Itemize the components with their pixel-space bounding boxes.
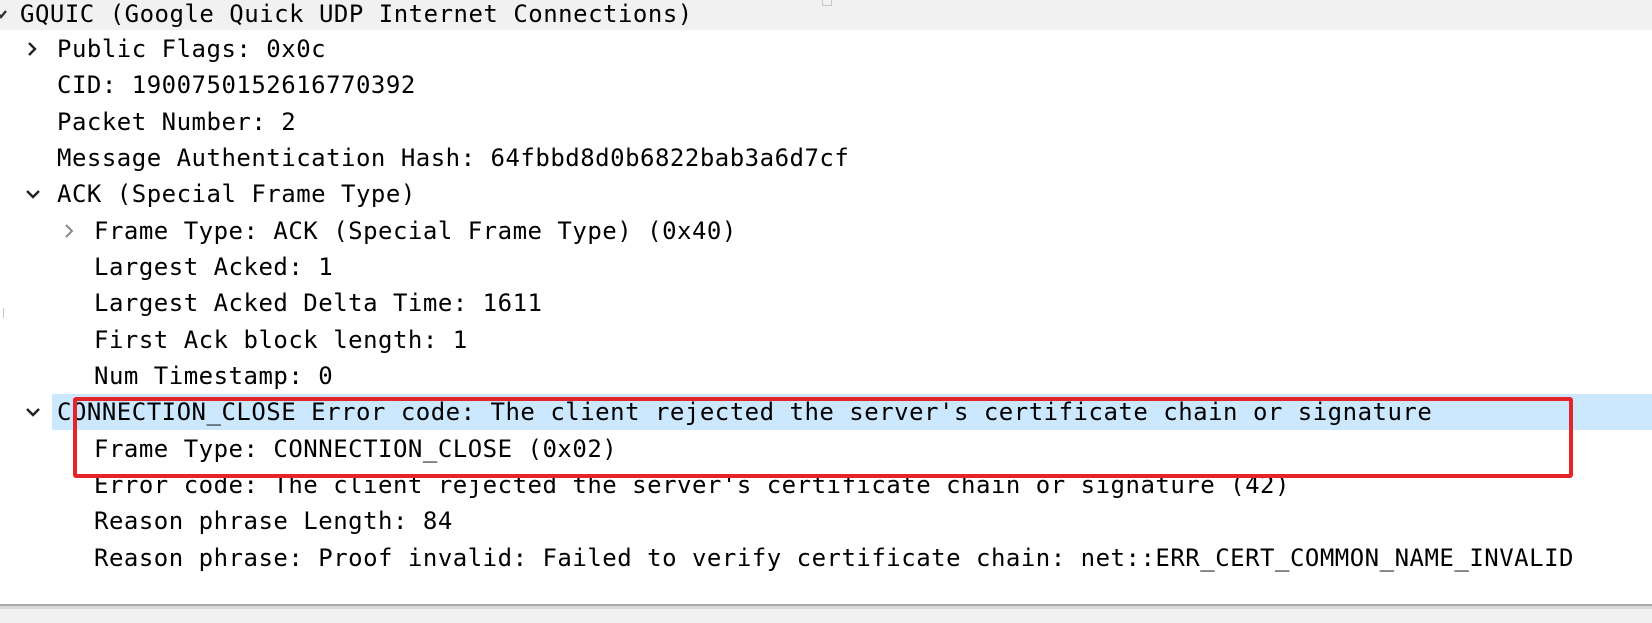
chevron-right-icon[interactable] bbox=[22, 37, 44, 61]
tree-row-cc-frame-type[interactable]: Frame Type: CONNECTION_CLOSE (0x02) bbox=[0, 431, 1652, 467]
tree-row-first-ack-block[interactable]: First Ack block length: 1 bbox=[0, 322, 1652, 358]
pane-splitter[interactable] bbox=[0, 604, 1652, 623]
tree-row-num-timestamp[interactable]: Num Timestamp: 0 bbox=[0, 358, 1652, 394]
tree-row-public-flags[interactable]: Public Flags: 0x0c bbox=[0, 31, 1652, 67]
tree-row-label: Largest Acked Delta Time: 1611 bbox=[94, 289, 543, 317]
tree-row-label: Reason phrase Length: 84 bbox=[94, 507, 453, 535]
tree-row-cc-reason-length[interactable]: Reason phrase Length: 84 bbox=[0, 503, 1652, 539]
tree-row-label: Reason phrase: Proof invalid: Failed to … bbox=[94, 544, 1574, 572]
tree-row-ack-frame[interactable]: ACK (Special Frame Type) bbox=[0, 176, 1652, 212]
chevron-down-icon[interactable] bbox=[22, 400, 44, 424]
tree-row-cid[interactable]: CID: 1900750152616770392 bbox=[0, 67, 1652, 103]
tree-row-cc-reason-phrase[interactable]: Reason phrase: Proof invalid: Failed to … bbox=[0, 540, 1652, 576]
tree-row-label: Packet Number: 2 bbox=[57, 108, 297, 136]
chevron-right-icon[interactable] bbox=[59, 219, 81, 243]
tree-row-label: First Ack block length: 1 bbox=[94, 326, 468, 354]
tree-row-label: Frame Type: ACK (Special Frame Type) (0x… bbox=[94, 217, 737, 245]
tree-row-label: Num Timestamp: 0 bbox=[94, 362, 334, 390]
tree-row-largest-acked-delta[interactable]: Largest Acked Delta Time: 1611 bbox=[0, 285, 1652, 321]
tree-row-label: Largest Acked: 1 bbox=[94, 253, 334, 281]
splitter-shade bbox=[0, 606, 1652, 609]
tree-row-mac-hash[interactable]: Message Authentication Hash: 64fbbd8d0b6… bbox=[0, 140, 1652, 176]
tree-row-label: Public Flags: 0x0c bbox=[57, 35, 327, 63]
splitter-handle[interactable] bbox=[0, 308, 4, 318]
tree-row-connection-close[interactable]: CONNECTION_CLOSE Error code: The client … bbox=[0, 394, 1652, 430]
splitter-handle-top[interactable] bbox=[822, 0, 832, 6]
tree-row-label: Frame Type: CONNECTION_CLOSE (0x02) bbox=[94, 435, 618, 463]
tree-row-label: GQUIC (Google Quick UDP Internet Connect… bbox=[20, 0, 693, 28]
tree-row-label: CID: 1900750152616770392 bbox=[57, 71, 416, 99]
tree-row-label: Message Authentication Hash: 64fbbd8d0b6… bbox=[57, 144, 850, 172]
tree-row-label: Error code: The client rejected the serv… bbox=[94, 471, 1290, 499]
tree-row-largest-acked[interactable]: Largest Acked: 1 bbox=[0, 249, 1652, 285]
chevron-down-icon[interactable] bbox=[22, 182, 44, 206]
tree-row-label: CONNECTION_CLOSE Error code: The client … bbox=[57, 398, 1433, 426]
tree-row-label: ACK (Special Frame Type) bbox=[57, 180, 416, 208]
chevron-down-icon[interactable] bbox=[0, 2, 16, 26]
tree-row-ack-frame-type[interactable]: Frame Type: ACK (Special Frame Type) (0x… bbox=[0, 213, 1652, 249]
tree-row-packet-number[interactable]: Packet Number: 2 bbox=[0, 104, 1652, 140]
tree-row-cc-error-code[interactable]: Error code: The client rejected the serv… bbox=[0, 467, 1652, 503]
